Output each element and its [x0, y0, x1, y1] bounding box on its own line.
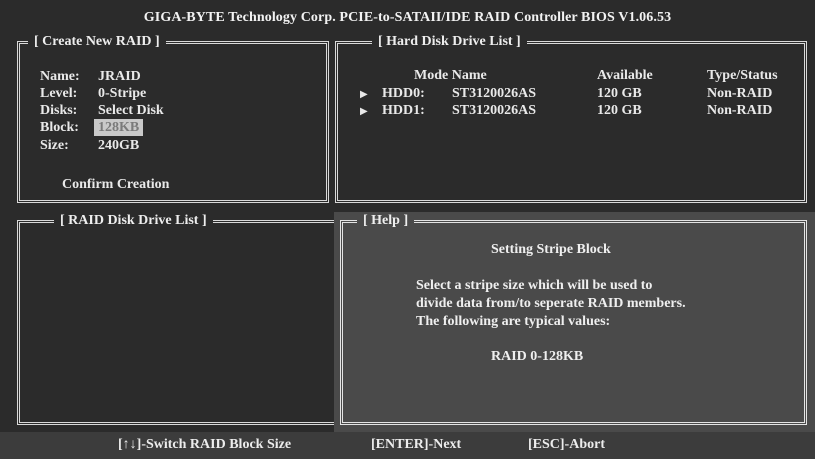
- field-level[interactable]: Level: 0-Stripe: [40, 86, 146, 102]
- field-level-value: 0-Stripe: [98, 86, 147, 101]
- hdd-list-panel: [ Hard Disk Drive List ]: [335, 34, 807, 203]
- field-name[interactable]: Name: JRAID: [40, 69, 141, 85]
- field-size-label: Size:: [40, 138, 69, 153]
- create-raid-panel-title: [ Create New RAID ]: [28, 34, 166, 50]
- field-name-label: Name:: [40, 69, 80, 84]
- field-block-value[interactable]: 128KB: [94, 119, 144, 136]
- footer-abort-hint: [ESC]-Abort: [528, 437, 605, 452]
- help-line-1: Select a stripe size which will be used …: [416, 278, 653, 293]
- raid-disk-list-panel: [ RAID Disk Drive List ]: [17, 213, 337, 425]
- help-panel-title: [ Help ]: [357, 213, 415, 229]
- row-name: ST3120026AS: [452, 86, 537, 101]
- field-block-label: Block:: [40, 120, 79, 135]
- row-mode: HDD1:: [382, 103, 425, 118]
- field-level-label: Level:: [40, 86, 78, 101]
- field-block[interactable]: Block: 128KB: [40, 119, 144, 136]
- hdd-list-panel-title: [ Hard Disk Drive List ]: [372, 34, 527, 50]
- field-disks-label: Disks:: [40, 103, 78, 118]
- footer-next-hint: [ENTER]-Next: [371, 437, 462, 452]
- row-mode: HDD0:: [382, 86, 425, 101]
- column-header-mode-name: Mode Name: [414, 68, 487, 83]
- field-size[interactable]: Size: 240GB: [40, 138, 139, 154]
- field-size-value: 240GB: [98, 138, 140, 153]
- triangle-right-icon: ▶: [360, 89, 368, 100]
- field-disks-value: Select Disk: [98, 103, 164, 118]
- field-name-value: JRAID: [98, 69, 141, 84]
- column-header-type-status: Type/Status: [707, 68, 778, 83]
- row-available: 120 GB: [597, 103, 642, 118]
- row-status: Non-RAID: [707, 103, 773, 118]
- footer-switch-hint: [↑↓]-Switch RAID Block Size: [118, 437, 292, 452]
- column-header-available: Available: [597, 68, 653, 83]
- triangle-right-icon: ▶: [360, 106, 368, 117]
- help-typical-value: RAID 0-128KB: [491, 349, 584, 364]
- row-available: 120 GB: [597, 86, 642, 101]
- help-heading: Setting Stripe Block: [491, 242, 611, 257]
- row-status: Non-RAID: [707, 86, 773, 101]
- row-name: ST3120026AS: [452, 103, 537, 118]
- bios-title: GIGA-BYTE Technology Corp. PCIE-to-SATAI…: [143, 10, 672, 25]
- confirm-creation-button[interactable]: Confirm Creation: [62, 177, 169, 193]
- help-line-2: divide data from/to seperate RAID member…: [416, 296, 686, 311]
- field-disks[interactable]: Disks: Select Disk: [40, 103, 164, 119]
- help-line-3: The following are typical values:: [416, 314, 611, 329]
- raid-disk-list-panel-title: [ RAID Disk Drive List ]: [54, 213, 213, 229]
